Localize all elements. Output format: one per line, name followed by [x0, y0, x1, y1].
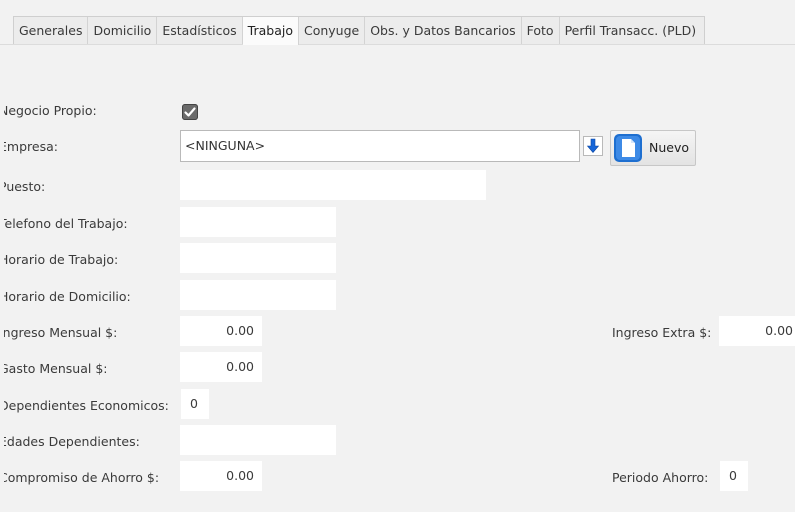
trabajo-form: Negocio Propio: Empresa: <NINGUNA> Nuevo…	[0, 44, 795, 512]
nuevo-button[interactable]: Nuevo	[610, 130, 696, 166]
ingreso-mensual-input[interactable]: 0.00	[180, 316, 262, 346]
empresa-combo[interactable]: <NINGUNA>	[180, 130, 580, 162]
horario-domicilio-input[interactable]	[180, 280, 336, 310]
compromiso-ahorro-label: Compromiso de Ahorro $:	[0, 470, 160, 485]
empresa-label: Empresa:	[0, 139, 58, 154]
dependientes-label: Dependientes Economicos:	[0, 398, 169, 413]
tab-obs-datos-bancarios[interactable]: Obs. y Datos Bancarios	[365, 17, 522, 44]
horario-trabajo-label: Horario de Trabajo:	[0, 252, 119, 267]
ingreso-extra-label: Ingreso Extra $:	[612, 325, 712, 340]
tab-foto[interactable]: Foto	[522, 17, 560, 44]
horario-domicilio-label: Horario de Domicilio:	[0, 289, 131, 304]
tab-perfil-transacc[interactable]: Perfil Transacc. (PLD)	[560, 17, 705, 44]
negocio-propio-label: Negocio Propio:	[0, 103, 97, 118]
arrow-down-icon[interactable]	[583, 136, 603, 156]
puesto-input[interactable]	[180, 170, 486, 200]
tab-estadisticos[interactable]: Estadísticos	[157, 17, 243, 44]
periodo-ahorro-input[interactable]: 0	[720, 461, 748, 491]
gasto-mensual-input[interactable]: 0.00	[180, 352, 262, 382]
tab-conyuge[interactable]: Conyuge	[299, 17, 366, 44]
edades-dependientes-label: Edades Dependientes:	[0, 434, 140, 449]
tab-generales[interactable]: Generales	[14, 17, 89, 44]
ingreso-mensual-label: Ingreso Mensual $:	[0, 325, 118, 340]
puesto-label: Puesto:	[0, 179, 46, 194]
periodo-ahorro-label: Periodo Ahorro:	[612, 470, 709, 485]
dependientes-input[interactable]: 0	[181, 389, 209, 419]
horario-trabajo-input[interactable]	[180, 243, 336, 273]
check-icon	[184, 107, 196, 117]
ingreso-extra-input[interactable]: 0.00	[719, 316, 795, 346]
edades-dependientes-input[interactable]	[180, 425, 336, 455]
tab-domicilio[interactable]: Domicilio	[88, 17, 158, 44]
new-document-icon	[614, 134, 642, 162]
telefono-trabajo-label: Telefono del Trabajo:	[0, 216, 128, 231]
tab-bar: Generales Domicilio Estadísticos Trabajo…	[0, 0, 795, 45]
negocio-propio-checkbox[interactable]	[182, 104, 198, 120]
compromiso-ahorro-input[interactable]: 0.00	[180, 461, 262, 491]
telefono-trabajo-input[interactable]	[180, 207, 336, 237]
tab-strip: Generales Domicilio Estadísticos Trabajo…	[13, 16, 706, 45]
gasto-mensual-label: Gasto Mensual $:	[0, 361, 108, 376]
tab-trabajo[interactable]: Trabajo	[242, 17, 299, 45]
nuevo-button-label: Nuevo	[649, 140, 690, 155]
